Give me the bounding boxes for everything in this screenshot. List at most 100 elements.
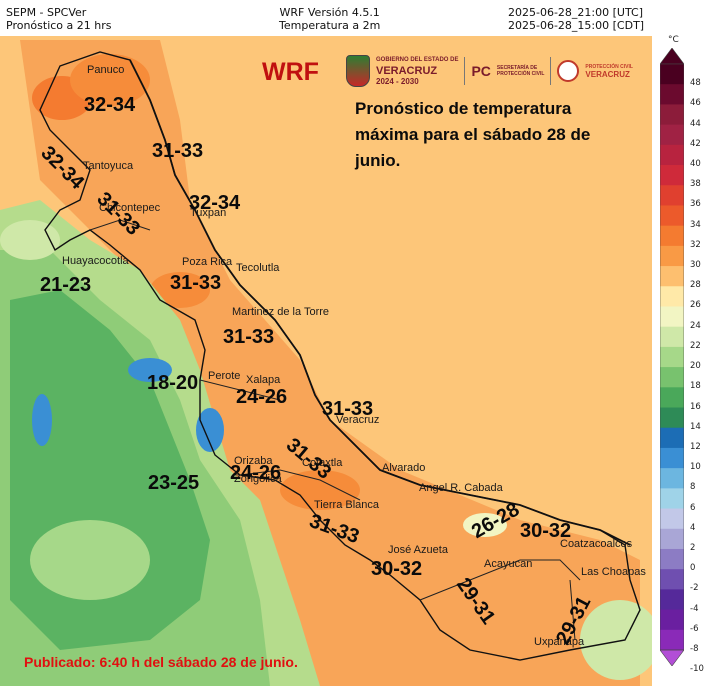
logos-bar: GOBIERNO DEL ESTADO DE VERACRUZ 2024 - 2…: [346, 52, 636, 90]
colorbar-tick-label: 0: [690, 563, 696, 574]
colorbar-segment: [660, 589, 684, 611]
colorbar-tick-label: 4: [690, 522, 696, 533]
logo-divider: [550, 57, 552, 85]
header-variable: Temperatura a 2m: [279, 19, 381, 32]
colorbar-segment: [660, 447, 684, 469]
colorbar-segment: [660, 165, 684, 186]
temp-range-label: 30-32: [371, 558, 423, 580]
colorbar-tick-label: 10: [690, 462, 701, 473]
colorbar-segment: [660, 245, 684, 267]
colorbar-tick-label: 40: [690, 159, 701, 170]
temp-range-label: 31-33: [170, 272, 222, 294]
place-label: Panuco: [87, 64, 125, 76]
place-label: Angel R. Cabada: [419, 482, 503, 494]
colorbar-tick-label: 42: [690, 138, 701, 149]
temp-range-label: 32-34: [189, 192, 241, 214]
place-label: Las Choapas: [581, 566, 646, 578]
header-utc-time: 2025-06-28_21:00 [UTC]: [508, 6, 644, 19]
colorbar-tick-label: -6: [690, 623, 699, 634]
place-label: Tantoyuca: [83, 160, 134, 172]
place-label: Xalapa: [246, 374, 281, 386]
colorbar-tick-label: 14: [690, 421, 701, 432]
colorbar-extend-top: [660, 48, 684, 65]
place-label: Alvarado: [382, 462, 426, 474]
colorbar-segment: [660, 427, 684, 449]
pc-logo: SECRETARÍA DE PROTECCIÓN CIVIL: [497, 65, 545, 77]
place-label: Acayucan: [484, 558, 533, 570]
colorbar-segment: [660, 629, 684, 651]
colorbar-tick-label: 20: [690, 361, 701, 372]
colorbar-segment: [660, 225, 684, 247]
temp-range-label: 31-33: [152, 140, 204, 162]
government-logo: GOBIERNO DEL ESTADO DE VERACRUZ 2024 - 2…: [376, 56, 458, 86]
temp-range-label: 32-34: [84, 94, 136, 116]
temp-range-label: 30-32: [520, 520, 572, 542]
forecast-description: Pronóstico de temperatura máxima para el…: [355, 99, 591, 170]
colorbar-tick-label: 48: [690, 78, 701, 89]
header-center: WRF Versión 4.5.1 Temperatura a 2m: [279, 6, 380, 32]
place-label: Huayacocotla: [62, 255, 129, 267]
header-source: SEPM - SPCVer: [6, 6, 87, 19]
pc-logo-short: PC: [471, 63, 491, 79]
place-label: Poza Rica: [182, 256, 233, 268]
highland-mild-spot: [30, 520, 150, 600]
colorbar-unit: °C: [668, 35, 679, 45]
colorbar-segment: [660, 286, 684, 307]
colorbar-tick-label: 24: [690, 320, 701, 331]
colorbar: [660, 48, 684, 666]
colorbar-segment: [660, 468, 684, 489]
colorbar-segment: [660, 205, 684, 227]
temperature-map: GOBIERNO DEL ESTADO DE VERACRUZ 2024 - 2…: [0, 36, 652, 686]
colorbar-segment: [660, 326, 684, 348]
colorbar-tick-label: 44: [690, 118, 701, 129]
colorbar-segment: [660, 569, 684, 590]
place-label: José Azueta: [388, 544, 448, 556]
colorbar-segment: [660, 306, 684, 328]
header-forecast-hour: Pronóstico a 21 hrs: [6, 19, 112, 32]
colorbar-segment: [660, 144, 684, 166]
civil-protection-logo: PROTECCIÓN CIVIL VERACRUZ: [585, 64, 633, 79]
colorbar-segment: [660, 548, 684, 570]
colorbar-tick-label: 34: [690, 219, 701, 230]
colorbar-tick-label: -8: [690, 644, 699, 654]
colorbar-segment: [660, 124, 684, 146]
colorbar-segment: [660, 407, 684, 429]
colorbar-tick-label: 22: [690, 340, 701, 351]
civil-protection-emblem-icon: [557, 60, 580, 82]
colorbar-tick-label: 38: [690, 179, 701, 190]
civil-protection-logo-line2: VERACRUZ: [585, 69, 630, 79]
colorbar-tick-label: 28: [690, 280, 701, 291]
header-model-version: WRF Versión 4.5.1: [279, 6, 380, 19]
veracruz-crest-logo: [346, 55, 370, 87]
temp-range-label: 21-23: [40, 274, 92, 296]
colorbar-segment: [660, 609, 684, 631]
colorbar-tick-label: 12: [690, 441, 701, 452]
temp-range-label: 23-25: [148, 472, 200, 494]
colorbar-tick-label: 16: [690, 401, 701, 412]
temp-range-label: 24-26: [236, 386, 288, 408]
colorbar-extend-bottom: [660, 649, 684, 666]
place-label: Martinez de la Torre: [232, 306, 330, 318]
colorbar-tick-label: -4: [690, 603, 699, 614]
model-label: WRF: [262, 58, 319, 86]
header-cdt-time: 2025-06-28_15:00 [CDT]: [508, 19, 645, 32]
place-label: Perote: [208, 370, 241, 382]
colorbar-tick-label: 6: [690, 502, 696, 513]
place-label: Tierra Blanca: [314, 499, 380, 511]
colorbar-segment: [660, 387, 684, 409]
colorbar-segment: [660, 64, 684, 85]
temp-range-label: 31-33: [322, 398, 374, 420]
colorbar-tick-label: 46: [690, 98, 701, 109]
colorbar-segment: [660, 346, 684, 368]
colorbar-tick-label: 30: [690, 260, 701, 271]
colorbar-segment: [660, 104, 684, 126]
colorbar-tick-label: 18: [690, 381, 701, 392]
colorbar-segment: [660, 528, 684, 550]
colorbar-tick-label: 36: [690, 199, 701, 210]
colorbar-tick-label: -2: [690, 583, 699, 594]
header-left: SEPM - SPCVer Pronóstico a 21 hrs: [6, 6, 111, 32]
temp-range-label: 24-26: [230, 462, 282, 484]
temp-range-label: 18-20: [147, 372, 199, 394]
header-right: 2025-06-28_21:00 [UTC] 2025-06-28_15:00 …: [508, 6, 644, 32]
colorbar-segment: [660, 266, 684, 287]
